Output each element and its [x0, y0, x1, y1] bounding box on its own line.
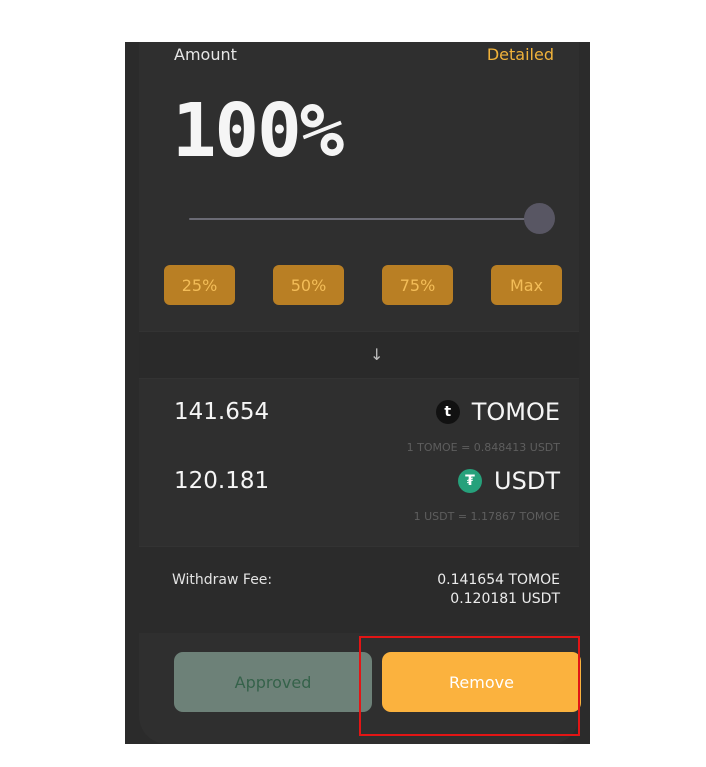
token-tomoe: t TOMOE: [435, 398, 560, 426]
tether-logo-icon: ₮: [458, 469, 483, 493]
amount-slider-track[interactable]: [189, 218, 529, 220]
rate-usdt: 1 USDT = 1.17867 TOMOE: [413, 510, 560, 523]
remove-button[interactable]: Remove: [382, 652, 581, 712]
section-divider: [139, 331, 579, 379]
detailed-link[interactable]: Detailed: [487, 45, 554, 64]
quick-max-button[interactable]: Max: [491, 265, 562, 305]
arrow-down-icon: ↓: [370, 345, 384, 364]
liquidity-card: Amount Detailed 100% 25% 50% 75% Max ↓ 1…: [139, 42, 581, 744]
fee-tomoe: 0.141654 TOMOE: [437, 572, 560, 588]
withdraw-fee-label: Withdraw Fee:: [172, 572, 273, 588]
output-value-usdt: 120.181: [174, 468, 270, 494]
output-value-tomoe: 141.654: [174, 399, 270, 425]
token-usdt: ₮ USDT: [458, 467, 560, 495]
fee-section: [139, 546, 579, 633]
amount-slider-thumb[interactable]: [524, 203, 555, 234]
token-name: USDT: [494, 467, 560, 495]
approved-button[interactable]: Approved: [174, 652, 372, 712]
quick-25-button[interactable]: 25%: [164, 265, 235, 305]
phone-screen: Amount Detailed 100% 25% 50% 75% Max ↓ 1…: [125, 42, 590, 744]
amount-label: Amount: [174, 45, 237, 64]
percent-display: 100%: [172, 88, 344, 174]
tomoe-logo-icon: t: [435, 400, 460, 424]
rate-tomoe: 1 TOMOE = 0.848413 USDT: [406, 441, 560, 454]
quick-75-button[interactable]: 75%: [382, 265, 453, 305]
quick-50-button[interactable]: 50%: [273, 265, 344, 305]
fee-usdt: 0.120181 USDT: [450, 591, 560, 607]
token-name: TOMOE: [471, 398, 560, 426]
